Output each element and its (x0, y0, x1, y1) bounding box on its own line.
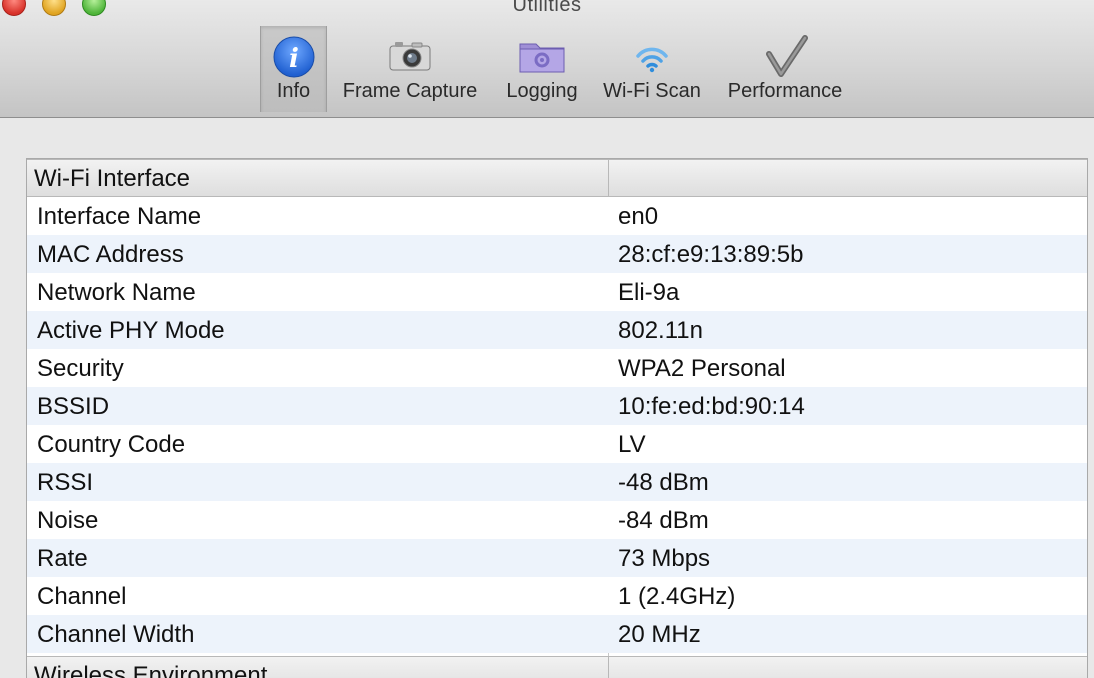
toolbar-wifi-scan-button[interactable]: Wi-Fi Scan (596, 26, 708, 112)
row-value: -84 dBm (618, 507, 709, 534)
row-value: WPA2 Personal (618, 355, 786, 382)
toolbar-performance-button[interactable]: Performance (718, 26, 852, 112)
wifi-icon (624, 34, 680, 78)
row-value: -48 dBm (618, 469, 709, 496)
row-value: 802.11n (618, 317, 703, 344)
table-row[interactable]: MAC Address 28:cf:e9:13:89:5b (27, 235, 1087, 273)
row-name: Rate (37, 545, 88, 572)
table-row[interactable]: Active PHY Mode 802.11n (27, 311, 1087, 349)
table-row[interactable]: Channel 1 (2.4GHz) (27, 577, 1087, 615)
group-header-wifi-interface[interactable]: Wi-Fi Interface (27, 159, 1087, 197)
content-area: Wi-Fi Interface Interface Name en0 MAC A… (0, 118, 1094, 678)
folder-gear-icon (514, 34, 570, 78)
table-row[interactable]: Country Code LV (27, 425, 1087, 463)
camera-icon (382, 34, 438, 78)
row-value: 10:fe:ed:bd:90:14 (618, 393, 805, 420)
row-name: Security (37, 355, 124, 382)
group-header-label: Wi-Fi Interface (34, 165, 191, 192)
toolbar-label-logging: Logging (506, 80, 578, 102)
info-icon: i (266, 34, 322, 78)
table-row[interactable]: Rate 73 Mbps (27, 539, 1087, 577)
toolbar-label-info: Info (276, 80, 311, 102)
checkmark-icon (757, 34, 813, 78)
row-name: Active PHY Mode (37, 317, 225, 344)
row-value: 73 Mbps (618, 545, 711, 572)
table-row[interactable]: Network Name Eli-9a (27, 273, 1087, 311)
table-row[interactable]: BSSID 10:fe:ed:bd:90:14 (27, 387, 1087, 425)
row-value: 1 (2.4GHz) (618, 583, 736, 610)
toolbar-label-wifi-scan: Wi-Fi Scan (603, 80, 701, 102)
table-row[interactable]: Channel Width 20 MHz (27, 615, 1087, 653)
row-name: Country Code (37, 431, 186, 458)
row-value: Eli-9a (618, 279, 680, 306)
group-header-divider (608, 657, 609, 678)
table-row[interactable]: RSSI -48 dBm (27, 463, 1087, 501)
table-row[interactable]: Noise -84 dBm (27, 501, 1087, 539)
row-name: Channel (37, 583, 127, 610)
row-value: en0 (618, 203, 659, 230)
group-header-wireless-environment[interactable]: Wireless Environment (27, 656, 1087, 678)
row-name: Network Name (37, 279, 196, 306)
table-row[interactable]: Interface Name en0 (27, 197, 1087, 235)
row-name: MAC Address (37, 241, 184, 268)
row-name: Noise (37, 507, 99, 534)
row-value: LV (618, 431, 646, 458)
toolbar-label-performance: Performance (727, 80, 843, 102)
title-bar: Utilities i Info Frame Capture Logging W… (0, 0, 1094, 118)
window-title: Utilities (512, 0, 582, 16)
svg-text:i: i (289, 44, 299, 74)
toolbar-label-frame-capture: Frame Capture (342, 80, 478, 102)
row-name: Channel Width (37, 621, 195, 648)
table-row[interactable]: Security WPA2 Personal (27, 349, 1087, 387)
row-name: RSSI (37, 469, 94, 496)
row-name: Interface Name (37, 203, 202, 230)
utilities-window: Utilities i Info Frame Capture Logging W… (0, 0, 1094, 678)
toolbar-logging-button[interactable]: Logging (498, 26, 586, 112)
group-header-divider (608, 160, 609, 196)
info-table[interactable]: Wi-Fi Interface Interface Name en0 MAC A… (26, 158, 1088, 678)
toolbar-info-button[interactable]: i Info (260, 26, 327, 112)
group-header-label: Wireless Environment (34, 662, 268, 678)
row-name: BSSID (37, 393, 110, 420)
row-value: 28:cf:e9:13:89:5b (618, 241, 804, 268)
row-value: 20 MHz (618, 621, 701, 648)
toolbar-frame-capture-button[interactable]: Frame Capture (334, 26, 486, 112)
